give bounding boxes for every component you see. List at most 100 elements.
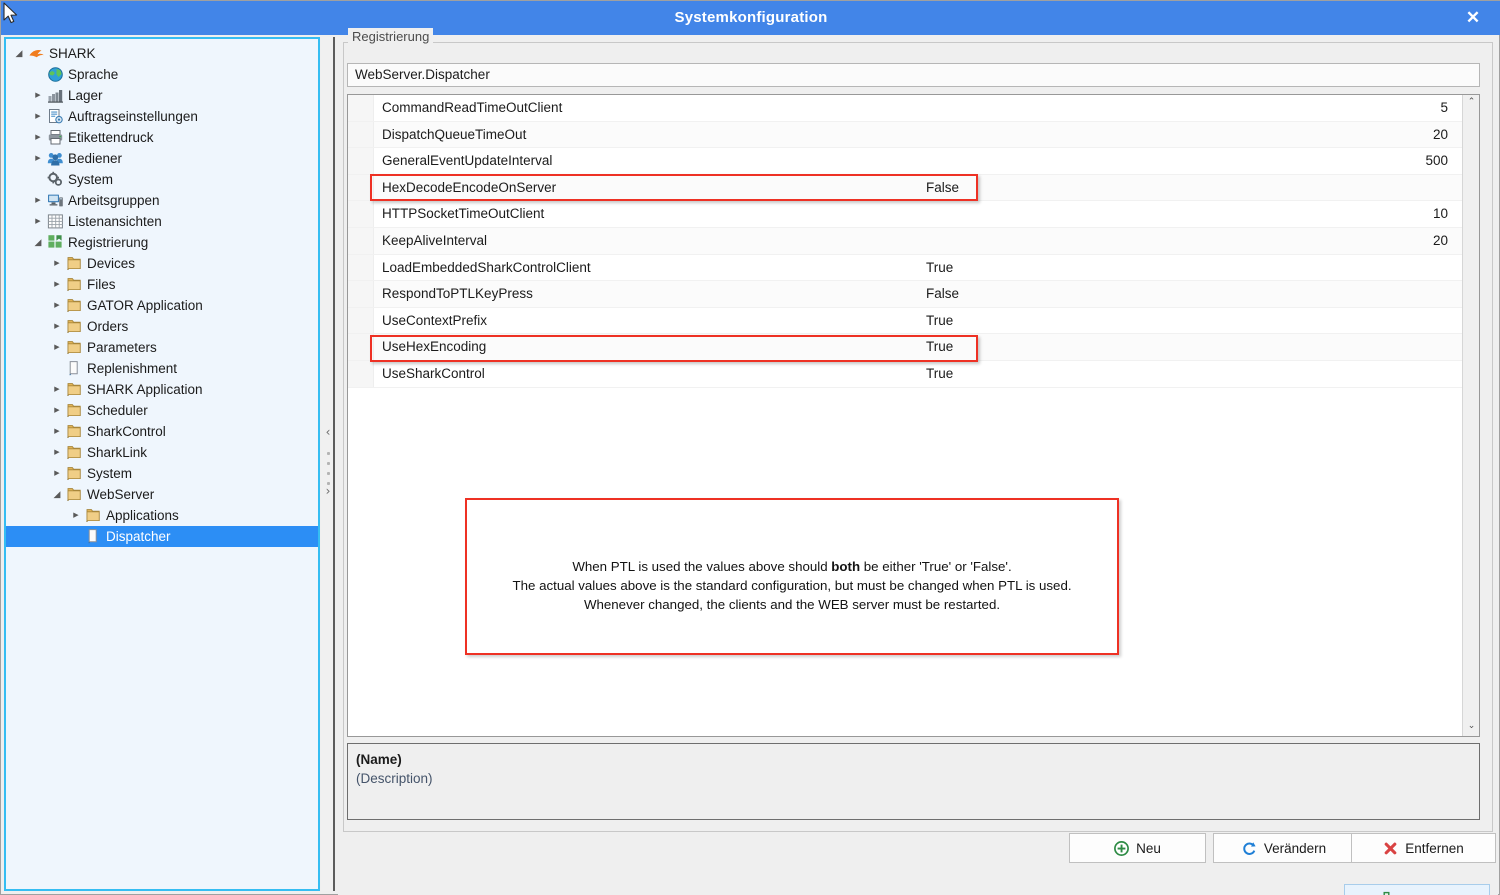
scroll-up-icon[interactable]: ⌃ [1463, 95, 1479, 112]
registry-entries-list[interactable]: CommandReadTimeOutClient 5 DispatchQueueTi… [347, 94, 1480, 737]
registry-key-value: 20 [1432, 232, 1448, 248]
tree-item-system[interactable]: System [6, 169, 318, 190]
window-close-button[interactable]: ✕ [1453, 1, 1493, 35]
navigation-tree[interactable]: ◢ SHARK Sprache ▶ Lager ▶ Auftragseinstellunge… [6, 39, 318, 547]
entry-description-pane: (Name) (Description) [347, 743, 1480, 820]
tree-item-auftragseinstellungen[interactable]: ▶ Auftragseinstellungen [6, 106, 318, 127]
new-button[interactable]: Neu [1069, 833, 1206, 863]
registry-icon [47, 234, 64, 251]
tree-expander-collapsed-icon[interactable]: ▶ [31, 211, 45, 232]
folder-icon [66, 339, 83, 356]
tree-item-etikettendruck[interactable]: ▶ Etikettendruck [6, 127, 318, 148]
remove-button[interactable]: Entfernen [1351, 833, 1496, 863]
change-button[interactable]: Verändern [1213, 833, 1355, 863]
annotation-line-1: When PTL is used the values above should… [467, 557, 1117, 576]
tree-expander-collapsed-icon[interactable]: ▶ [50, 463, 64, 484]
tree-expander-collapsed-icon[interactable]: ▶ [31, 106, 45, 127]
document-gear-icon [47, 108, 64, 125]
table-row[interactable]: RespondToPTLKeyPress False [348, 281, 1462, 308]
tree-item-label: Lager [68, 88, 103, 103]
tree-item-scheduler[interactable]: ▶ Scheduler [6, 400, 318, 421]
tree-item-files[interactable]: ▶ Files [6, 274, 318, 295]
table-row[interactable]: KeepAliveInterval 20 [348, 227, 1462, 255]
tree-item-listenansichten[interactable]: ▶ Listenansichten [6, 211, 318, 232]
table-row[interactable]: HexDecodeEncodeOnServer False [348, 174, 1462, 202]
list-vertical-scrollbar[interactable]: ⌃ ⌄ [1462, 95, 1479, 736]
folder-icon [66, 381, 83, 398]
tree-item-label: SharkControl [87, 424, 166, 439]
splitter-edge [333, 37, 335, 891]
table-row[interactable]: HTTPSocketTimeOutClient 10 [348, 201, 1462, 228]
tree-expander-expanded-icon[interactable]: ◢ [31, 232, 45, 253]
registry-key-name: GeneralEventUpdateInterval [382, 153, 553, 169]
registry-path-field[interactable]: WebServer.Dispatcher [347, 63, 1480, 87]
tree-expander-expanded-icon[interactable]: ◢ [50, 484, 64, 505]
warehouse-icon [47, 87, 64, 104]
remove-button-label: Entfernen [1405, 840, 1464, 856]
tree-expander-expanded-icon[interactable]: ◢ [12, 43, 26, 64]
tree-expander-collapsed-icon[interactable]: ▶ [50, 337, 64, 358]
table-row[interactable]: UseContextPrefix True [348, 307, 1462, 335]
tree-item-system[interactable]: ▶ System [6, 463, 318, 484]
registry-key-name: RespondToPTLKeyPress [382, 286, 533, 302]
tree-item-label: Listenansichten [68, 214, 162, 229]
row-gutter [348, 148, 374, 174]
tree-expander-collapsed-icon[interactable]: ▶ [31, 148, 45, 169]
tree-expander-collapsed-icon[interactable]: ▶ [31, 85, 45, 106]
table-row[interactable]: GeneralEventUpdateInterval 500 [348, 148, 1462, 175]
registry-key-value: 10 [1432, 206, 1448, 222]
registry-key-name: KeepAliveInterval [382, 232, 488, 248]
tree-expander-collapsed-icon[interactable]: ▶ [50, 253, 64, 274]
scroll-down-icon[interactable]: ⌄ [1463, 719, 1479, 736]
table-row[interactable]: CommandReadTimeOutClient 5 [348, 95, 1462, 122]
tree-expander-collapsed-icon[interactable]: ▶ [50, 316, 64, 337]
tree-item-gator-application[interactable]: ▶ GATOR Application [6, 295, 318, 316]
tree-item-sharkcontrol[interactable]: ▶ SharkControl [6, 421, 318, 442]
tree-expander-collapsed-icon[interactable]: ▶ [31, 190, 45, 211]
table-row[interactable]: UseSharkControl True [348, 360, 1462, 388]
registry-key-value: True [926, 312, 954, 328]
tree-item-label: SHARK Application [87, 382, 203, 397]
tree-item-label: Bediener [68, 151, 123, 166]
tree-item-orders[interactable]: ▶ Orders [6, 316, 318, 337]
tree-expander-collapsed-icon[interactable]: ▶ [31, 127, 45, 148]
tree-item-parameters[interactable]: ▶ Parameters [6, 337, 318, 358]
tree-expander-collapsed-icon[interactable]: ▶ [50, 274, 64, 295]
registry-key-name: HexDecodeEncodeOnServer [382, 179, 557, 195]
tree-item-replenishment[interactable]: Replenishment [6, 358, 318, 379]
tree-expander-collapsed-icon[interactable]: ▶ [50, 421, 64, 442]
table-row[interactable]: LoadEmbeddedSharkControlClient True [348, 254, 1462, 282]
tree-item-label: Replenishment [87, 361, 178, 376]
tree-item-shark[interactable]: ◢ SHARK [6, 43, 318, 64]
table-row[interactable]: DispatchQueueTimeOut 20 [348, 121, 1462, 149]
users-icon [47, 150, 64, 167]
tree-item-label: WebServer [87, 487, 155, 502]
tree-item-sharklink[interactable]: ▶ SharkLink [6, 442, 318, 463]
tree-item-devices[interactable]: ▶ Devices [6, 253, 318, 274]
tree-expander-collapsed-icon[interactable]: ▶ [50, 295, 64, 316]
navigation-tree-panel[interactable]: ◢ SHARK Sprache ▶ Lager ▶ Auftragseinstellunge… [4, 37, 320, 891]
tree-item-arbeitsgruppen[interactable]: ▶ Arbeitsgruppen [6, 190, 318, 211]
row-gutter [348, 174, 374, 201]
registry-key-value: 500 [1425, 153, 1448, 169]
folder-icon [66, 486, 83, 503]
entry-description-label: (Description) [356, 771, 433, 786]
tree-item-applications[interactable]: ▶ Applications [6, 505, 318, 526]
tree-expander-collapsed-icon[interactable]: ▶ [50, 400, 64, 421]
tree-item-lager[interactable]: ▶ Lager [6, 85, 318, 106]
table-row[interactable]: UseHexEncoding True [348, 334, 1462, 361]
panel-splitter[interactable]: ‹ › [321, 37, 335, 891]
close-dialog-button[interactable]: Schließen [1344, 884, 1490, 895]
tree-expander-collapsed-icon[interactable]: ▶ [50, 442, 64, 463]
tree-expander-collapsed-icon[interactable]: ▶ [50, 379, 64, 400]
tree-item-registrierung[interactable]: ◢ Registrierung [6, 232, 318, 253]
tree-item-shark-application[interactable]: ▶ SHARK Application [6, 379, 318, 400]
annotation-line-1-pre: When PTL is used the values above should [572, 559, 832, 574]
tree-item-sprache[interactable]: Sprache [6, 64, 318, 85]
registry-key-value: True [926, 365, 954, 381]
tree-item-bediener[interactable]: ▶ Bediener [6, 148, 318, 169]
tree-expander-collapsed-icon[interactable]: ▶ [69, 505, 83, 526]
refresh-icon [1242, 841, 1257, 856]
tree-item-webserver[interactable]: ◢ WebServer [6, 484, 318, 505]
tree-item-dispatcher[interactable]: Dispatcher [6, 526, 318, 547]
